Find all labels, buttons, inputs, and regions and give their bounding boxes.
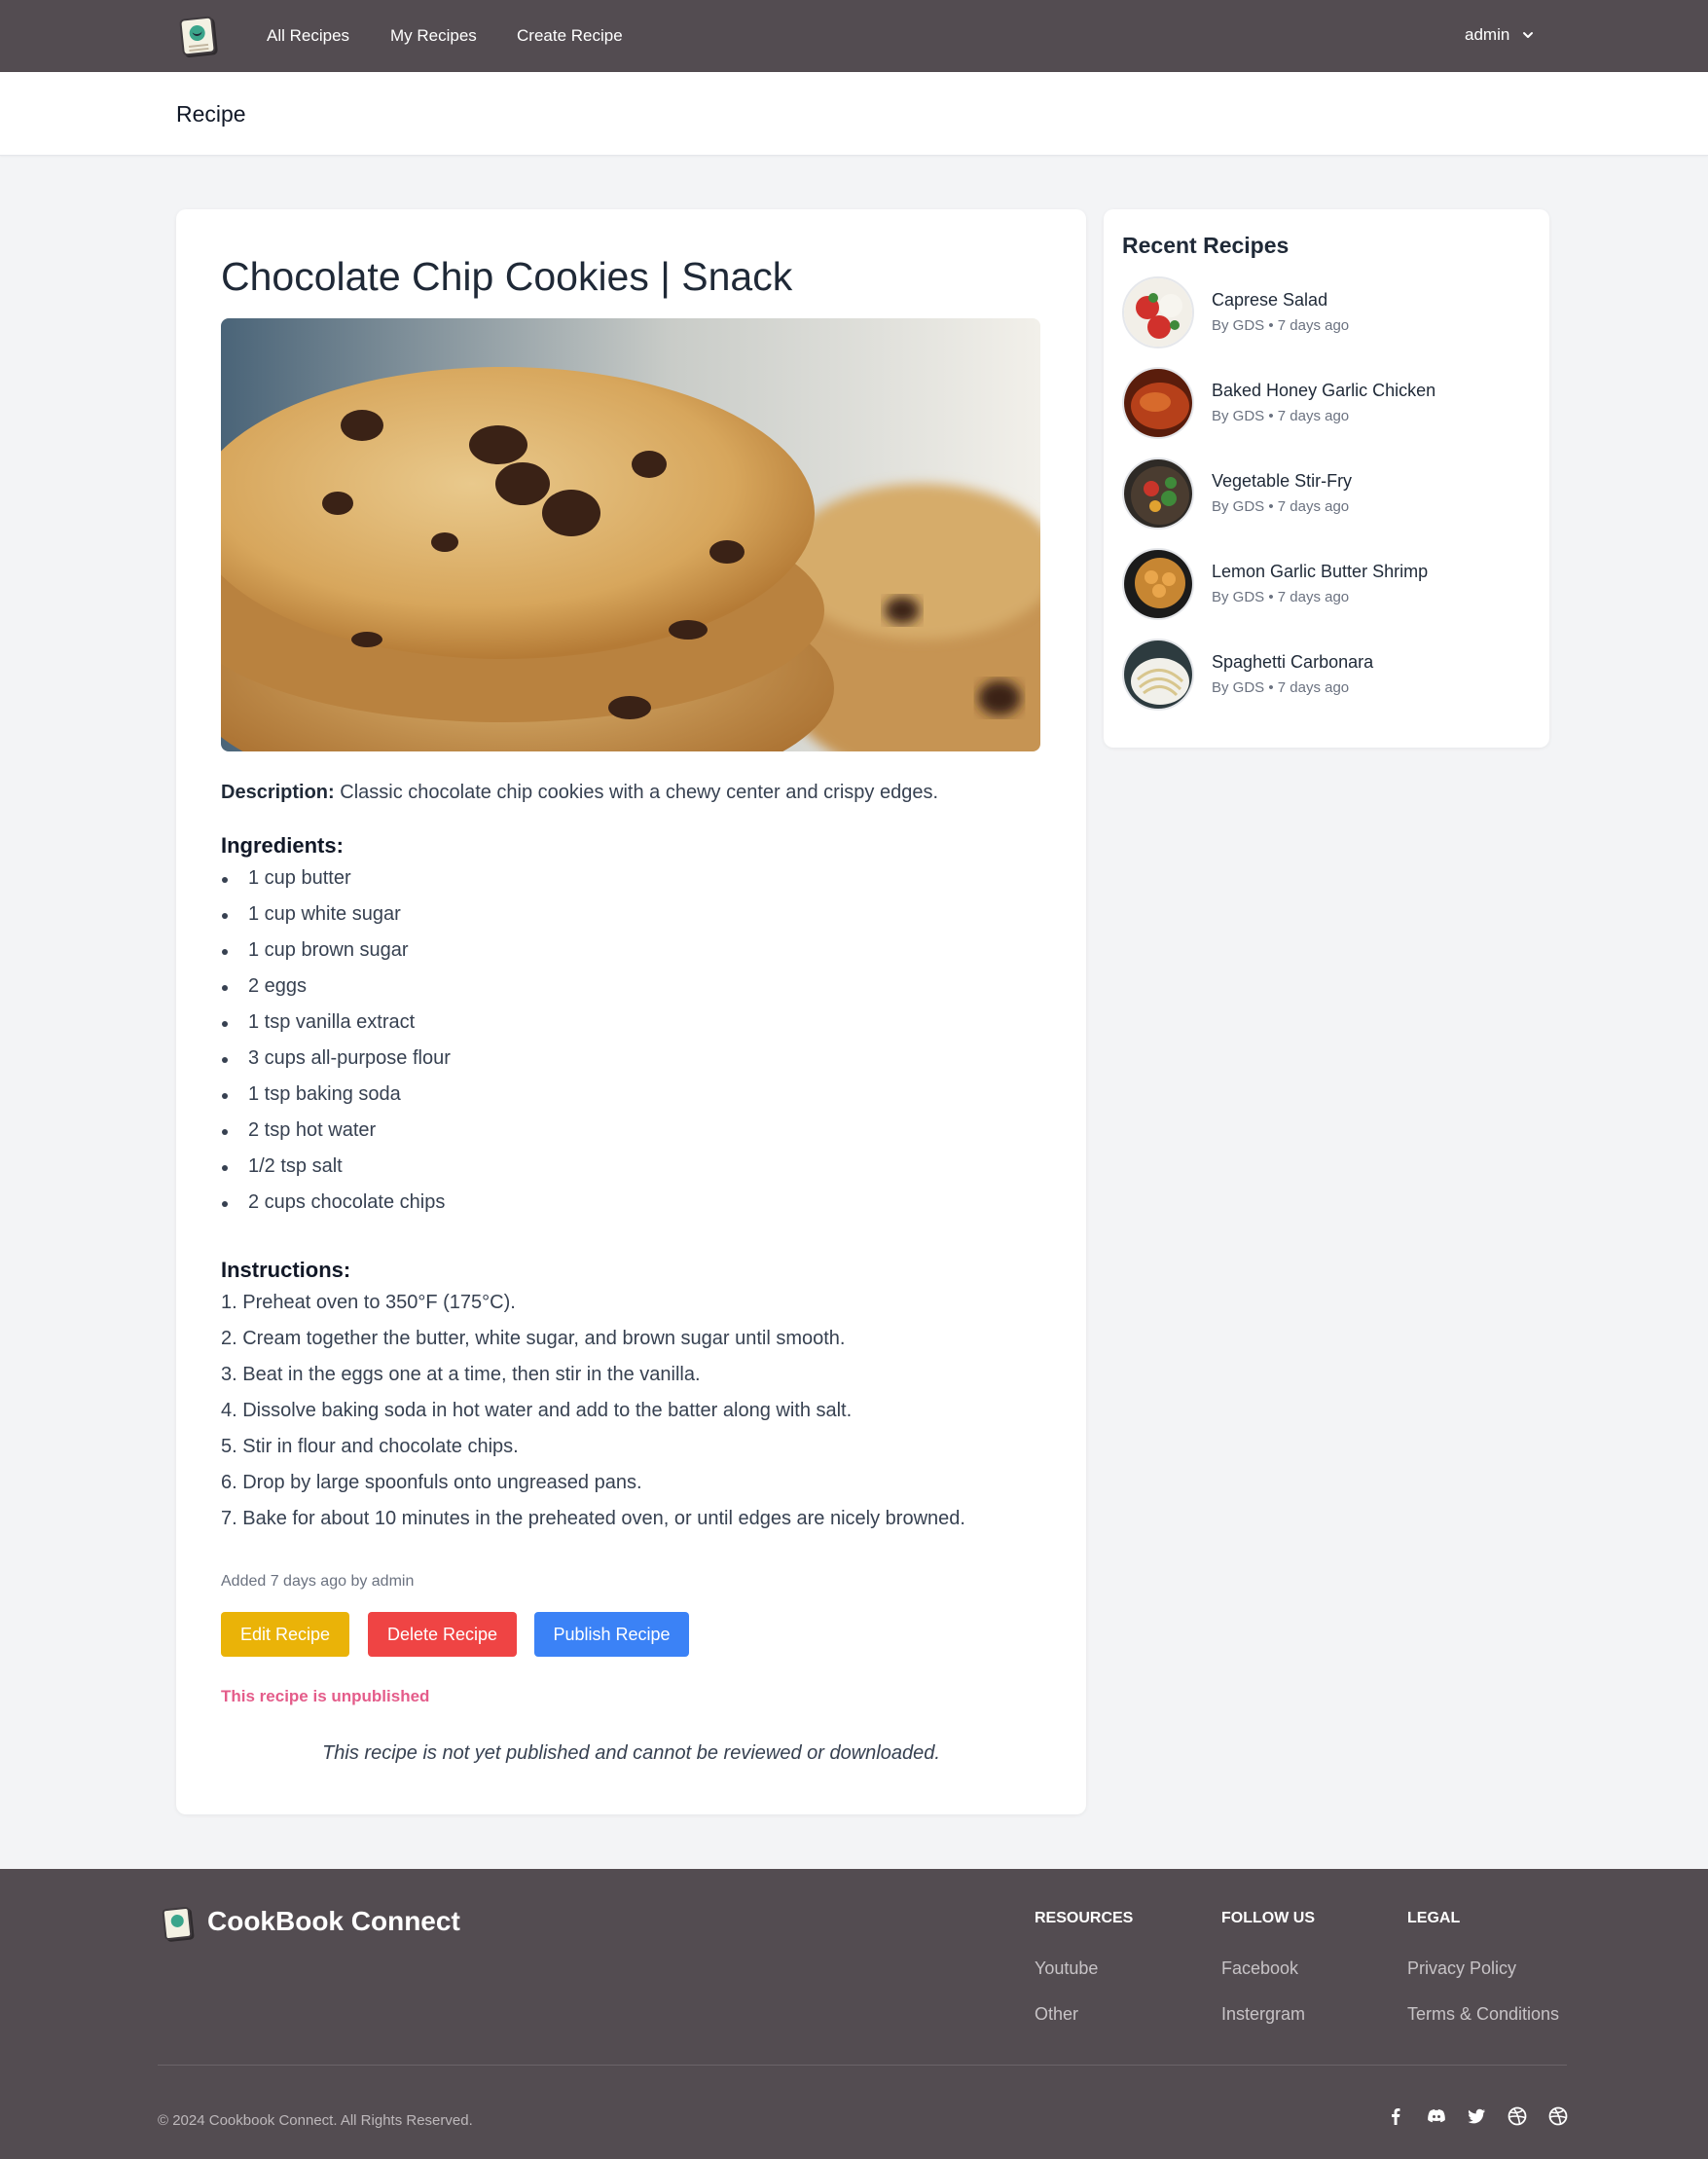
recent-recipe-meta: By GDS • 7 days ago bbox=[1212, 589, 1350, 605]
chevron-down-icon[interactable] bbox=[1520, 27, 1536, 43]
recent-recipe-item[interactable]: Vegetable Stir-Fry By GDS • 7 days ago bbox=[1122, 457, 1531, 531]
footer-heading-legal: LEGAL bbox=[1407, 1910, 1461, 1926]
page-header: Recipe bbox=[0, 72, 1708, 156]
cookbook-logo-icon[interactable] bbox=[179, 16, 216, 56]
footer-link-instagram[interactable]: Instergram bbox=[1221, 2004, 1305, 2025]
ingredient-item: 1 tsp vanilla extract bbox=[221, 1011, 451, 1047]
recipe-thumbnail bbox=[1122, 367, 1194, 439]
cookbook-logo-icon bbox=[162, 1906, 193, 1941]
delete-recipe-button[interactable]: Delete Recipe bbox=[368, 1612, 517, 1657]
ingredient-item: 1/2 tsp salt bbox=[221, 1155, 451, 1191]
recipe-thumbnail bbox=[1122, 457, 1194, 530]
page-title: Recipe bbox=[176, 101, 246, 127]
ingredient-item: 3 cups all-purpose flour bbox=[221, 1047, 451, 1083]
footer-link-other[interactable]: Other bbox=[1035, 2004, 1078, 2025]
instruction-step: 7. Bake for about 10 minutes in the preh… bbox=[221, 1508, 965, 1529]
description-label: Description: bbox=[221, 782, 335, 803]
ingredient-item: 1 cup white sugar bbox=[221, 903, 451, 939]
ingredient-item: 1 cup brown sugar bbox=[221, 939, 451, 975]
instructions-list: 1. Preheat oven to 350°F (175°C). 2. Cre… bbox=[221, 1292, 965, 1544]
twitter-icon[interactable] bbox=[1466, 2105, 1487, 2127]
user-menu-label[interactable]: admin bbox=[1465, 25, 1509, 45]
recent-recipe-item[interactable]: Baked Honey Garlic Chicken By GDS • 7 da… bbox=[1122, 367, 1531, 441]
recent-recipe-meta: By GDS • 7 days ago bbox=[1212, 679, 1350, 696]
unpublished-status: This recipe is unpublished bbox=[221, 1687, 430, 1705]
ingredient-item: 1 tsp baking soda bbox=[221, 1083, 451, 1119]
recent-recipe-item[interactable]: Caprese Salad By GDS • 7 days ago bbox=[1122, 276, 1531, 350]
recent-recipe-meta: By GDS • 7 days ago bbox=[1212, 408, 1350, 424]
added-info: Added 7 days ago by admin bbox=[221, 1573, 415, 1590]
footer-brand[interactable]: CookBook Connect bbox=[207, 1906, 460, 1937]
ingredient-item: 2 cups chocolate chips bbox=[221, 1191, 451, 1227]
instruction-step: 6. Drop by large spoonfuls onto ungrease… bbox=[221, 1472, 642, 1493]
description-text: Classic chocolate chip cookies with a ch… bbox=[340, 782, 938, 803]
recipe-title: Chocolate Chip Cookies | Snack bbox=[221, 254, 793, 299]
top-navbar: All Recipes My Recipes Create Recipe adm… bbox=[0, 0, 1708, 72]
discord-icon[interactable] bbox=[1426, 2105, 1447, 2127]
unpublished-note: This recipe is not yet published and can… bbox=[322, 1742, 940, 1764]
ingredient-item: 2 tsp hot water bbox=[221, 1119, 451, 1155]
instruction-step: 5. Stir in flour and chocolate chips. bbox=[221, 1436, 519, 1457]
recent-recipe-meta: By GDS • 7 days ago bbox=[1212, 317, 1350, 334]
ingredients-list: 1 cup butter 1 cup white sugar 1 cup bro… bbox=[221, 867, 451, 1227]
nav-link-my-recipes[interactable]: My Recipes bbox=[390, 26, 477, 46]
footer-link-facebook[interactable]: Facebook bbox=[1221, 1958, 1298, 1979]
ingredients-heading: Ingredients: bbox=[221, 833, 344, 858]
recipe-thumbnail bbox=[1122, 548, 1194, 620]
footer-heading-resources: RESOURCES bbox=[1035, 1910, 1134, 1926]
recent-recipe-item[interactable]: Spaghetti Carbonara By GDS • 7 days ago bbox=[1122, 639, 1531, 713]
recipe-description: Description: Classic chocolate chip cook… bbox=[221, 782, 938, 804]
recent-recipes-title: Recent Recipes bbox=[1122, 233, 1290, 258]
recipe-card: Chocolate Chip Cookies | Snack Descripti… bbox=[176, 209, 1086, 1814]
instruction-step: 2. Cream together the butter, white suga… bbox=[221, 1328, 846, 1349]
ingredient-item: 1 cup butter bbox=[221, 867, 451, 903]
copyright-text: © 2024 Cookbook Connect. All Rights Rese… bbox=[158, 2112, 473, 2129]
facebook-icon[interactable] bbox=[1385, 2105, 1406, 2127]
instructions-heading: Instructions: bbox=[221, 1258, 351, 1282]
recent-recipe-name[interactable]: Spaghetti Carbonara bbox=[1212, 652, 1373, 673]
dribbble-icon[interactable] bbox=[1547, 2105, 1569, 2127]
edit-recipe-button[interactable]: Edit Recipe bbox=[221, 1612, 349, 1657]
instruction-step: 1. Preheat oven to 350°F (175°C). bbox=[221, 1292, 516, 1313]
recipe-thumbnail bbox=[1122, 639, 1194, 711]
recipe-hero-image bbox=[221, 318, 1040, 751]
recent-recipe-name[interactable]: Vegetable Stir-Fry bbox=[1212, 471, 1352, 492]
recent-recipe-name[interactable]: Baked Honey Garlic Chicken bbox=[1212, 381, 1435, 401]
site-footer: CookBook Connect RESOURCES Youtube Other… bbox=[0, 1869, 1708, 2159]
recipe-thumbnail bbox=[1122, 276, 1194, 348]
footer-link-terms[interactable]: Terms & Conditions bbox=[1407, 2004, 1559, 2025]
instruction-step: 3. Beat in the eggs one at a time, then … bbox=[221, 1364, 701, 1385]
nav-link-all-recipes[interactable]: All Recipes bbox=[267, 26, 349, 46]
recent-recipe-name[interactable]: Caprese Salad bbox=[1212, 290, 1327, 311]
footer-heading-follow-us: FOLLOW US bbox=[1221, 1910, 1315, 1926]
instruction-step: 4. Dissolve baking soda in hot water and… bbox=[221, 1400, 853, 1421]
publish-recipe-button[interactable]: Publish Recipe bbox=[534, 1612, 689, 1657]
recent-recipe-item[interactable]: Lemon Garlic Butter Shrimp By GDS • 7 da… bbox=[1122, 548, 1531, 622]
recent-recipe-name[interactable]: Lemon Garlic Butter Shrimp bbox=[1212, 562, 1428, 582]
dribbble-icon[interactable] bbox=[1507, 2105, 1528, 2127]
footer-link-youtube[interactable]: Youtube bbox=[1035, 1958, 1098, 1979]
nav-link-create-recipe[interactable]: Create Recipe bbox=[517, 26, 623, 46]
recent-recipes-card: Recent Recipes Caprese Salad By GDS • 7 … bbox=[1104, 209, 1549, 748]
ingredient-item: 2 eggs bbox=[221, 975, 451, 1011]
recent-recipe-meta: By GDS • 7 days ago bbox=[1212, 498, 1350, 515]
footer-divider bbox=[158, 2065, 1567, 2066]
footer-link-privacy-policy[interactable]: Privacy Policy bbox=[1407, 1958, 1516, 1979]
